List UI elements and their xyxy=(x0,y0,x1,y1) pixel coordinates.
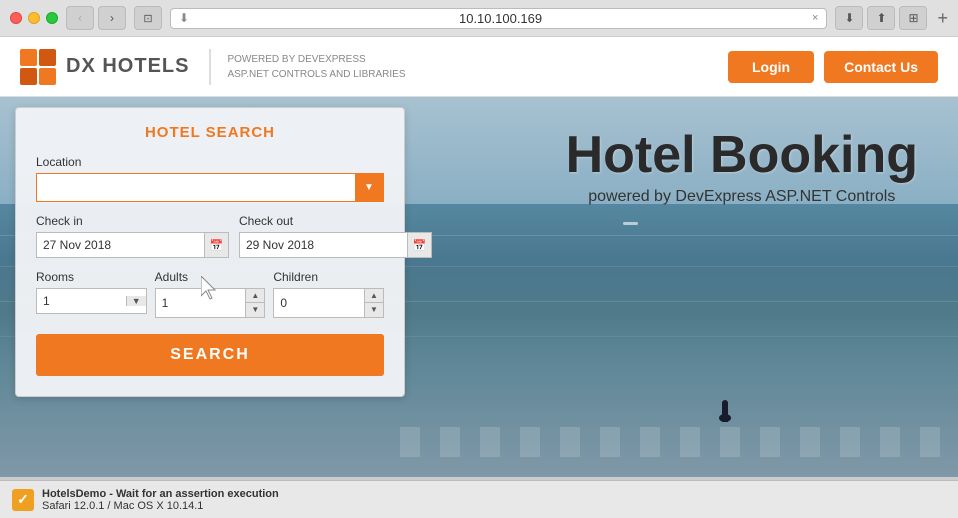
browser-controls-right: ⬇ ⬆ ⊞ xyxy=(835,6,927,30)
date-row: Check in 📅 Check out 📅 xyxy=(36,214,384,258)
browser-download-button[interactable]: ⬇ xyxy=(835,6,863,30)
hero-subtitle: powered by DevExpress ASP.NET Controls xyxy=(566,188,918,206)
search-panel-title: HOTEL SEARCH xyxy=(36,124,384,141)
logo-square-4 xyxy=(39,68,56,85)
children-counter-wrap: 0 ▲ ▼ xyxy=(273,288,384,318)
location-input[interactable] xyxy=(37,174,355,201)
window-mode-button[interactable]: ⊡ xyxy=(134,6,162,30)
location-group: Location ▼ xyxy=(36,155,384,202)
logo-area: DX HOTELS xyxy=(20,49,211,85)
search-panel: HOTEL SEARCH Location ▼ Check in 📅 xyxy=(15,107,405,397)
logo-icon xyxy=(20,49,56,85)
tagline-line1: POWERED BY DEVEXPRESS xyxy=(227,52,405,67)
browser-chrome: ‹ › ⊡ ⬇ × ⬇ ⬆ ⊞ + xyxy=(0,0,958,37)
logo-dx: DX xyxy=(66,55,96,77)
page-content: DX HOTELS POWERED BY DEVEXPRESS ASP.NET … xyxy=(0,37,958,477)
browser-titlebar: ‹ › ⊡ ⬇ × ⬇ ⬆ ⊞ + xyxy=(0,0,958,36)
location-dropdown-button[interactable]: ▼ xyxy=(355,174,383,201)
logo-text: DX HOTELS xyxy=(66,55,189,78)
address-bar-container: ⬇ × xyxy=(170,8,827,29)
adults-counter-wrap: 1 ▲ ▼ xyxy=(155,288,266,318)
counters-row: Rooms 1 ▼ Adults 1 ▲ ▼ xyxy=(36,270,384,318)
adults-value: 1 xyxy=(156,291,246,315)
status-bar: ✓ HotelsDemo - Wait for an assertion exe… xyxy=(0,480,958,518)
children-spinner: ▲ ▼ xyxy=(364,289,383,317)
checkout-input-wrap: 📅 xyxy=(239,232,432,258)
children-increment-button[interactable]: ▲ xyxy=(365,289,383,303)
checkout-group: Check out 📅 xyxy=(239,214,432,258)
browser-expand-button[interactable]: ⊞ xyxy=(899,6,927,30)
checkout-input[interactable] xyxy=(240,233,407,257)
location-input-wrap: ▼ xyxy=(36,173,384,202)
checkin-calendar-button[interactable]: 📅 xyxy=(204,233,228,257)
children-group: Children 0 ▲ ▼ xyxy=(273,270,384,318)
search-button[interactable]: SEARCH xyxy=(36,334,384,376)
back-button[interactable]: ‹ xyxy=(66,6,94,30)
hero-title: Hotel Booking xyxy=(566,127,918,184)
hero-title-area: Hotel Booking powered by DevExpress ASP.… xyxy=(566,127,918,206)
forward-button[interactable]: › xyxy=(98,6,126,30)
tagline-line2: ASP.NET CONTROLS AND LIBRARIES xyxy=(227,67,405,82)
site-header: DX HOTELS POWERED BY DEVEXPRESS ASP.NET … xyxy=(0,37,958,97)
new-tab-button[interactable]: + xyxy=(937,8,948,29)
location-label: Location xyxy=(36,155,384,169)
adults-increment-button[interactable]: ▲ xyxy=(246,289,264,303)
logo-hotels: HOTELS xyxy=(96,55,190,77)
logo-square-3 xyxy=(20,68,37,85)
login-button[interactable]: Login xyxy=(728,51,814,83)
children-decrement-button[interactable]: ▼ xyxy=(365,303,383,317)
checkout-calendar-button[interactable]: 📅 xyxy=(407,233,431,257)
checkout-label: Check out xyxy=(239,214,432,228)
adults-label: Adults xyxy=(155,270,266,284)
rooms-group: Rooms 1 ▼ xyxy=(36,270,147,318)
children-value: 0 xyxy=(274,291,364,315)
status-title: HotelsDemo - Wait for an assertion execu… xyxy=(42,488,279,500)
status-text-group: HotelsDemo - Wait for an assertion execu… xyxy=(42,488,279,512)
maximize-window-button[interactable] xyxy=(46,12,58,24)
clear-address-button[interactable]: × xyxy=(812,12,818,24)
header-buttons: Login Contact Us xyxy=(728,51,938,83)
traffic-lights xyxy=(10,12,58,24)
close-window-button[interactable] xyxy=(10,12,22,24)
children-label: Children xyxy=(273,270,384,284)
rooms-dropdown-button[interactable]: ▼ xyxy=(126,296,146,306)
checkin-input-wrap: 📅 xyxy=(36,232,229,258)
adults-decrement-button[interactable]: ▼ xyxy=(246,303,264,317)
checkin-group: Check in 📅 xyxy=(36,214,229,258)
status-icon: ✓ xyxy=(12,489,34,511)
nav-buttons: ‹ › xyxy=(66,6,126,30)
adults-spinner: ▲ ▼ xyxy=(245,289,264,317)
rooms-counter-wrap: 1 ▼ xyxy=(36,288,147,314)
checkin-label: Check in xyxy=(36,214,229,228)
address-bar-input[interactable] xyxy=(195,11,806,26)
rooms-label: Rooms xyxy=(36,270,147,284)
logo-square-2 xyxy=(39,49,56,66)
status-subtitle: Safari 12.0.1 / Mac OS X 10.14.1 xyxy=(42,500,279,512)
hero-section: Hotel Booking powered by DevExpress ASP.… xyxy=(0,97,958,477)
tagline: POWERED BY DEVEXPRESS ASP.NET CONTROLS A… xyxy=(227,52,405,82)
checkin-input[interactable] xyxy=(37,233,204,257)
adults-group: Adults 1 ▲ ▼ xyxy=(155,270,266,318)
rooms-value: 1 xyxy=(37,289,126,313)
browser-share-button[interactable]: ⬆ xyxy=(867,6,895,30)
contact-us-button[interactable]: Contact Us xyxy=(824,51,938,83)
status-check-icon: ✓ xyxy=(17,491,29,508)
download-icon: ⬇ xyxy=(179,11,189,25)
minimize-window-button[interactable] xyxy=(28,12,40,24)
status-title-text: HotelsDemo - Wait for an assertion execu… xyxy=(42,488,279,500)
logo-square-1 xyxy=(20,49,37,66)
